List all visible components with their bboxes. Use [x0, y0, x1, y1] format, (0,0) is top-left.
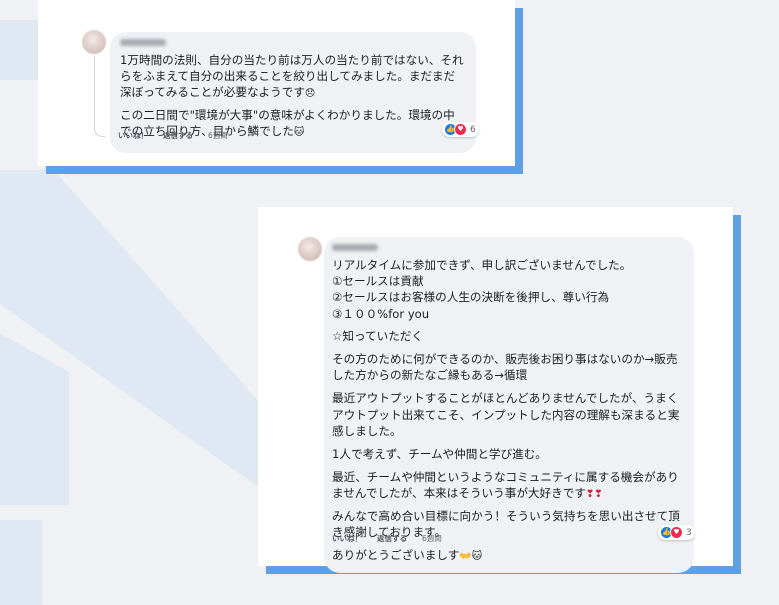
- comment-line: ③１００%for you: [332, 306, 430, 321]
- comment-text: ありがとうございましす👐🐱: [332, 548, 483, 563]
- like-link[interactable]: いいね！: [332, 533, 362, 544]
- comment-actions: いいね！ 返信する 6週間: [118, 130, 228, 141]
- reaction-count: 3: [686, 527, 692, 538]
- comment-text: 1人で考えず、チームや仲間と学び進む。: [332, 447, 547, 462]
- author-name-blurred[interactable]: [332, 244, 378, 251]
- comment-text: 最近、チームや仲間というようなコミュニティに属する機会がありませんでしたが、本来…: [332, 470, 679, 501]
- reaction-summary[interactable]: 👍 ♥ 6: [442, 122, 479, 137]
- bg-letter-stroke: [0, 333, 69, 505]
- comment-bubble: リアルタイムに参加できず、申し訳ございませんでした。 ①セールスは貢献 ②セール…: [324, 237, 694, 574]
- reaction-summary[interactable]: 👍 ♥ 3: [658, 525, 695, 540]
- comment-text: ☆知っていただく: [332, 328, 423, 343]
- comment-actions: いいね！ 返信する 6週間: [332, 533, 442, 544]
- avatar[interactable]: [298, 237, 322, 261]
- reply-link[interactable]: 返信する: [163, 130, 193, 141]
- author-name-blurred[interactable]: [120, 39, 166, 46]
- comment-line: リアルタイムに参加できず、申し訳ございませんでした。: [332, 258, 632, 272]
- cat-emoji: 🐱: [471, 551, 483, 563]
- comment-card-2: リアルタイムに参加できず、申し訳ございませんでした。 ①セールスは貢献 ②セール…: [258, 207, 733, 574]
- comment-text-block: リアルタイムに参加できず、申し訳ございませんでした。 ①セールスは貢献 ②セール…: [332, 257, 684, 322]
- disappointed-emoji: 😞: [304, 88, 316, 100]
- bg-letter-stroke: [0, 20, 42, 80]
- bg-letter-stroke: [0, 520, 42, 605]
- comment-text: 最近アウトプットすることがほとんどありませんでしたが、うまくアウトプット出来てこ…: [332, 391, 680, 438]
- open-hands-emoji: 👐: [459, 551, 472, 563]
- love-reaction-icon: ♥: [454, 123, 467, 136]
- reply-link[interactable]: 返信する: [377, 533, 407, 544]
- love-reaction-icon: ♥: [670, 526, 683, 539]
- comment-card-1: 1万時間の法則、自分の当たり前は万人の当たり前ではない、それらをふまえて自分の出…: [38, 0, 515, 166]
- avatar[interactable]: [82, 30, 106, 54]
- comment-line: ①セールスは貢献: [332, 274, 424, 289]
- heart-exclamation-emoji: ❣❣: [585, 489, 603, 501]
- comment-text: 1万時間の法則、自分の当たり前は万人の当たり前ではない、それらをふまえて自分の出…: [120, 53, 464, 100]
- reaction-count: 6: [470, 124, 476, 135]
- timestamp[interactable]: 6週間: [422, 533, 442, 544]
- comment-line: ②セールスはお客様の人生の決断を後押し、尊い行為: [332, 290, 610, 305]
- timestamp[interactable]: 6週間: [208, 130, 228, 141]
- bg-letter-stroke: [0, 170, 284, 505]
- comment-text: その方のために何ができるのか、販売後お困り事はないのか→販売した方からの新たなご…: [332, 352, 678, 383]
- thread-line: [94, 56, 105, 137]
- cat-emoji: 🐱: [293, 126, 305, 138]
- like-link[interactable]: いいね！: [118, 130, 148, 141]
